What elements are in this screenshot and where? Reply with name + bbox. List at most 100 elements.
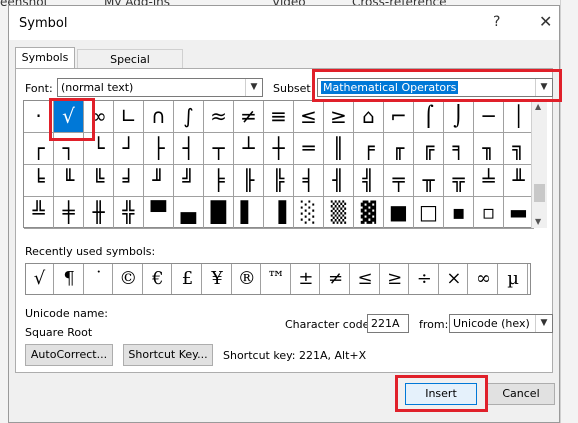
symbol-cell[interactable]: ╝ — [174, 165, 204, 197]
symbol-cell[interactable]: ▌ — [234, 197, 264, 229]
symbol-cell[interactable]: ┘ — [114, 133, 144, 165]
symbol-cell[interactable]: ▓ — [354, 197, 384, 229]
recent-symbol-cell[interactable]: ¥ — [204, 264, 232, 294]
symbol-cell[interactable]: ≥ — [324, 101, 354, 133]
symbol-cell[interactable]: █ — [204, 197, 234, 229]
symbol-cell[interactable]: ┼ — [264, 133, 294, 165]
symbol-cell[interactable]: ╧ — [474, 165, 504, 197]
from-select[interactable]: Unicode (hex) ▼ — [449, 314, 553, 333]
symbol-cell[interactable]: ┬ — [204, 133, 234, 165]
symbol-cell[interactable]: ╓ — [384, 133, 414, 165]
symbol-cell[interactable]: ╕ — [444, 133, 474, 165]
symbol-cell[interactable]: ├ — [144, 133, 174, 165]
symbol-cell[interactable]: □ — [414, 197, 444, 229]
autocorrect-button[interactable]: AutoCorrect... — [25, 344, 113, 366]
symbol-cell[interactable]: ╜ — [144, 165, 174, 197]
symbol-cell[interactable]: │ — [504, 101, 534, 133]
recent-symbol-cell[interactable]: × — [440, 264, 469, 294]
symbol-cell[interactable]: ∟ — [114, 101, 144, 133]
symbol-cell[interactable]: ╢ — [324, 165, 354, 197]
symbol-cell[interactable]: ≡ — [264, 101, 294, 133]
symbol-cell[interactable]: ╠ — [264, 165, 294, 197]
symbol-cell[interactable]: ▒ — [324, 197, 354, 229]
symbol-cell[interactable]: ┌ — [24, 133, 54, 165]
symbol-cell[interactable]: ╚ — [84, 165, 114, 197]
symbol-cell[interactable]: ⌠ — [414, 101, 444, 133]
symbol-cell[interactable]: ⌂ — [354, 101, 384, 133]
recent-symbol-cell[interactable]: ÷ — [411, 264, 439, 294]
symbol-cell[interactable]: √ — [54, 101, 84, 133]
recent-symbol-cell[interactable]: ˙ — [85, 264, 114, 294]
symbol-cell[interactable]: ╩ — [24, 197, 54, 229]
symbol-cell[interactable]: ≤ — [294, 101, 324, 133]
symbol-cell[interactable]: ┤ — [174, 133, 204, 165]
font-select[interactable]: (normal text) ▼ — [57, 78, 263, 97]
recent-symbol-cell[interactable]: µ — [500, 264, 528, 294]
recent-symbol-cell[interactable]: € — [144, 264, 173, 294]
recent-symbol-cell[interactable]: £ — [174, 264, 202, 294]
recent-symbol-cell[interactable]: ™ — [263, 264, 291, 294]
symbol-cell[interactable]: ╦ — [444, 165, 474, 197]
help-icon[interactable]: ? — [493, 14, 500, 30]
symbol-cell[interactable]: ─ — [474, 101, 504, 133]
symbol-cell[interactable]: ┐ — [54, 133, 84, 165]
recent-symbol-cell[interactable]: ≠ — [322, 264, 350, 294]
recent-symbol-cell[interactable]: ∞ — [470, 264, 498, 294]
close-icon[interactable]: ✕ — [539, 12, 552, 31]
symbol-cell[interactable]: ∞ — [84, 101, 114, 133]
recent-symbol-cell[interactable]: © — [115, 264, 143, 294]
scroll-down-icon[interactable]: ▼ — [535, 217, 541, 226]
symbol-cell[interactable]: ╨ — [504, 165, 534, 197]
symbol-cell[interactable]: ╙ — [54, 165, 84, 197]
symbol-cell[interactable]: ╬ — [114, 197, 144, 229]
symbol-cell[interactable]: ⌡ — [444, 101, 474, 133]
symbol-cell[interactable]: ┴ — [234, 133, 264, 165]
symbol-cell[interactable]: ▄ — [174, 197, 204, 229]
symbol-cell[interactable]: ╖ — [474, 133, 504, 165]
recent-symbol-cell[interactable]: √ — [26, 264, 54, 294]
symbol-cell[interactable]: ╥ — [414, 165, 444, 197]
symbol-cell[interactable]: ╟ — [234, 165, 264, 197]
symbol-cell[interactable]: ╛ — [114, 165, 144, 197]
recent-symbol-cell[interactable]: ® — [233, 264, 262, 294]
symbol-cell[interactable]: └ — [84, 133, 114, 165]
symbol-cell[interactable]: ⌐ — [384, 101, 414, 133]
symbol-cell[interactable]: ≈ — [204, 101, 234, 133]
recent-symbol-cell[interactable]: ≥ — [381, 264, 410, 294]
symbol-cell[interactable]: ╤ — [384, 165, 414, 197]
recent-symbol-cell[interactable]: ¶ — [56, 264, 84, 294]
recent-symbol-cell[interactable]: ≤ — [352, 264, 380, 294]
symbol-cell[interactable]: ▬ — [504, 197, 534, 229]
symbol-cell[interactable]: ╔ — [414, 133, 444, 165]
symbol-cell[interactable]: ≠ — [234, 101, 264, 133]
scroll-up-icon[interactable]: ▲ — [535, 102, 541, 111]
symbol-cell[interactable]: ═ — [294, 133, 324, 165]
grid-scrollbar[interactable]: ▲ ▼ — [531, 100, 547, 228]
symbol-cell[interactable]: ∫ — [174, 101, 204, 133]
symbol-cell[interactable]: ■ — [384, 197, 414, 229]
symbol-cell[interactable]: ╗ — [504, 133, 534, 165]
symbol-cell[interactable]: ║ — [324, 133, 354, 165]
symbol-cell[interactable]: ╘ — [24, 165, 54, 197]
symbol-cell[interactable]: ░ — [294, 197, 324, 229]
symbol-cell[interactable]: ▫ — [474, 197, 504, 229]
symbol-cell[interactable]: · — [24, 101, 54, 133]
symbol-cell[interactable]: ▐ — [264, 197, 294, 229]
scroll-thumb[interactable] — [534, 184, 545, 202]
character-code-input[interactable]: 221A — [367, 314, 409, 333]
symbol-cell[interactable]: ▀ — [144, 197, 174, 229]
subset-select[interactable]: Mathematical Operators ▼ — [317, 78, 553, 97]
symbol-cell[interactable]: ╪ — [54, 197, 84, 229]
cancel-button[interactable]: Cancel — [487, 383, 555, 405]
tab-symbols[interactable]: Symbols — [15, 47, 75, 69]
shortcut-key-button[interactable]: Shortcut Key... — [123, 344, 213, 366]
symbol-cell[interactable]: ╡ — [294, 165, 324, 197]
symbol-cell[interactable]: ▪ — [444, 197, 474, 229]
symbol-cell[interactable]: ╫ — [84, 197, 114, 229]
tab-special-characters[interactable]: Special Characters — [77, 49, 183, 86]
insert-button[interactable]: Insert — [405, 383, 477, 405]
recent-symbol-cell[interactable]: ± — [292, 264, 321, 294]
symbol-cell[interactable]: ╞ — [204, 165, 234, 197]
symbol-cell[interactable]: ∩ — [144, 101, 174, 133]
symbol-cell[interactable]: ╒ — [354, 133, 384, 165]
